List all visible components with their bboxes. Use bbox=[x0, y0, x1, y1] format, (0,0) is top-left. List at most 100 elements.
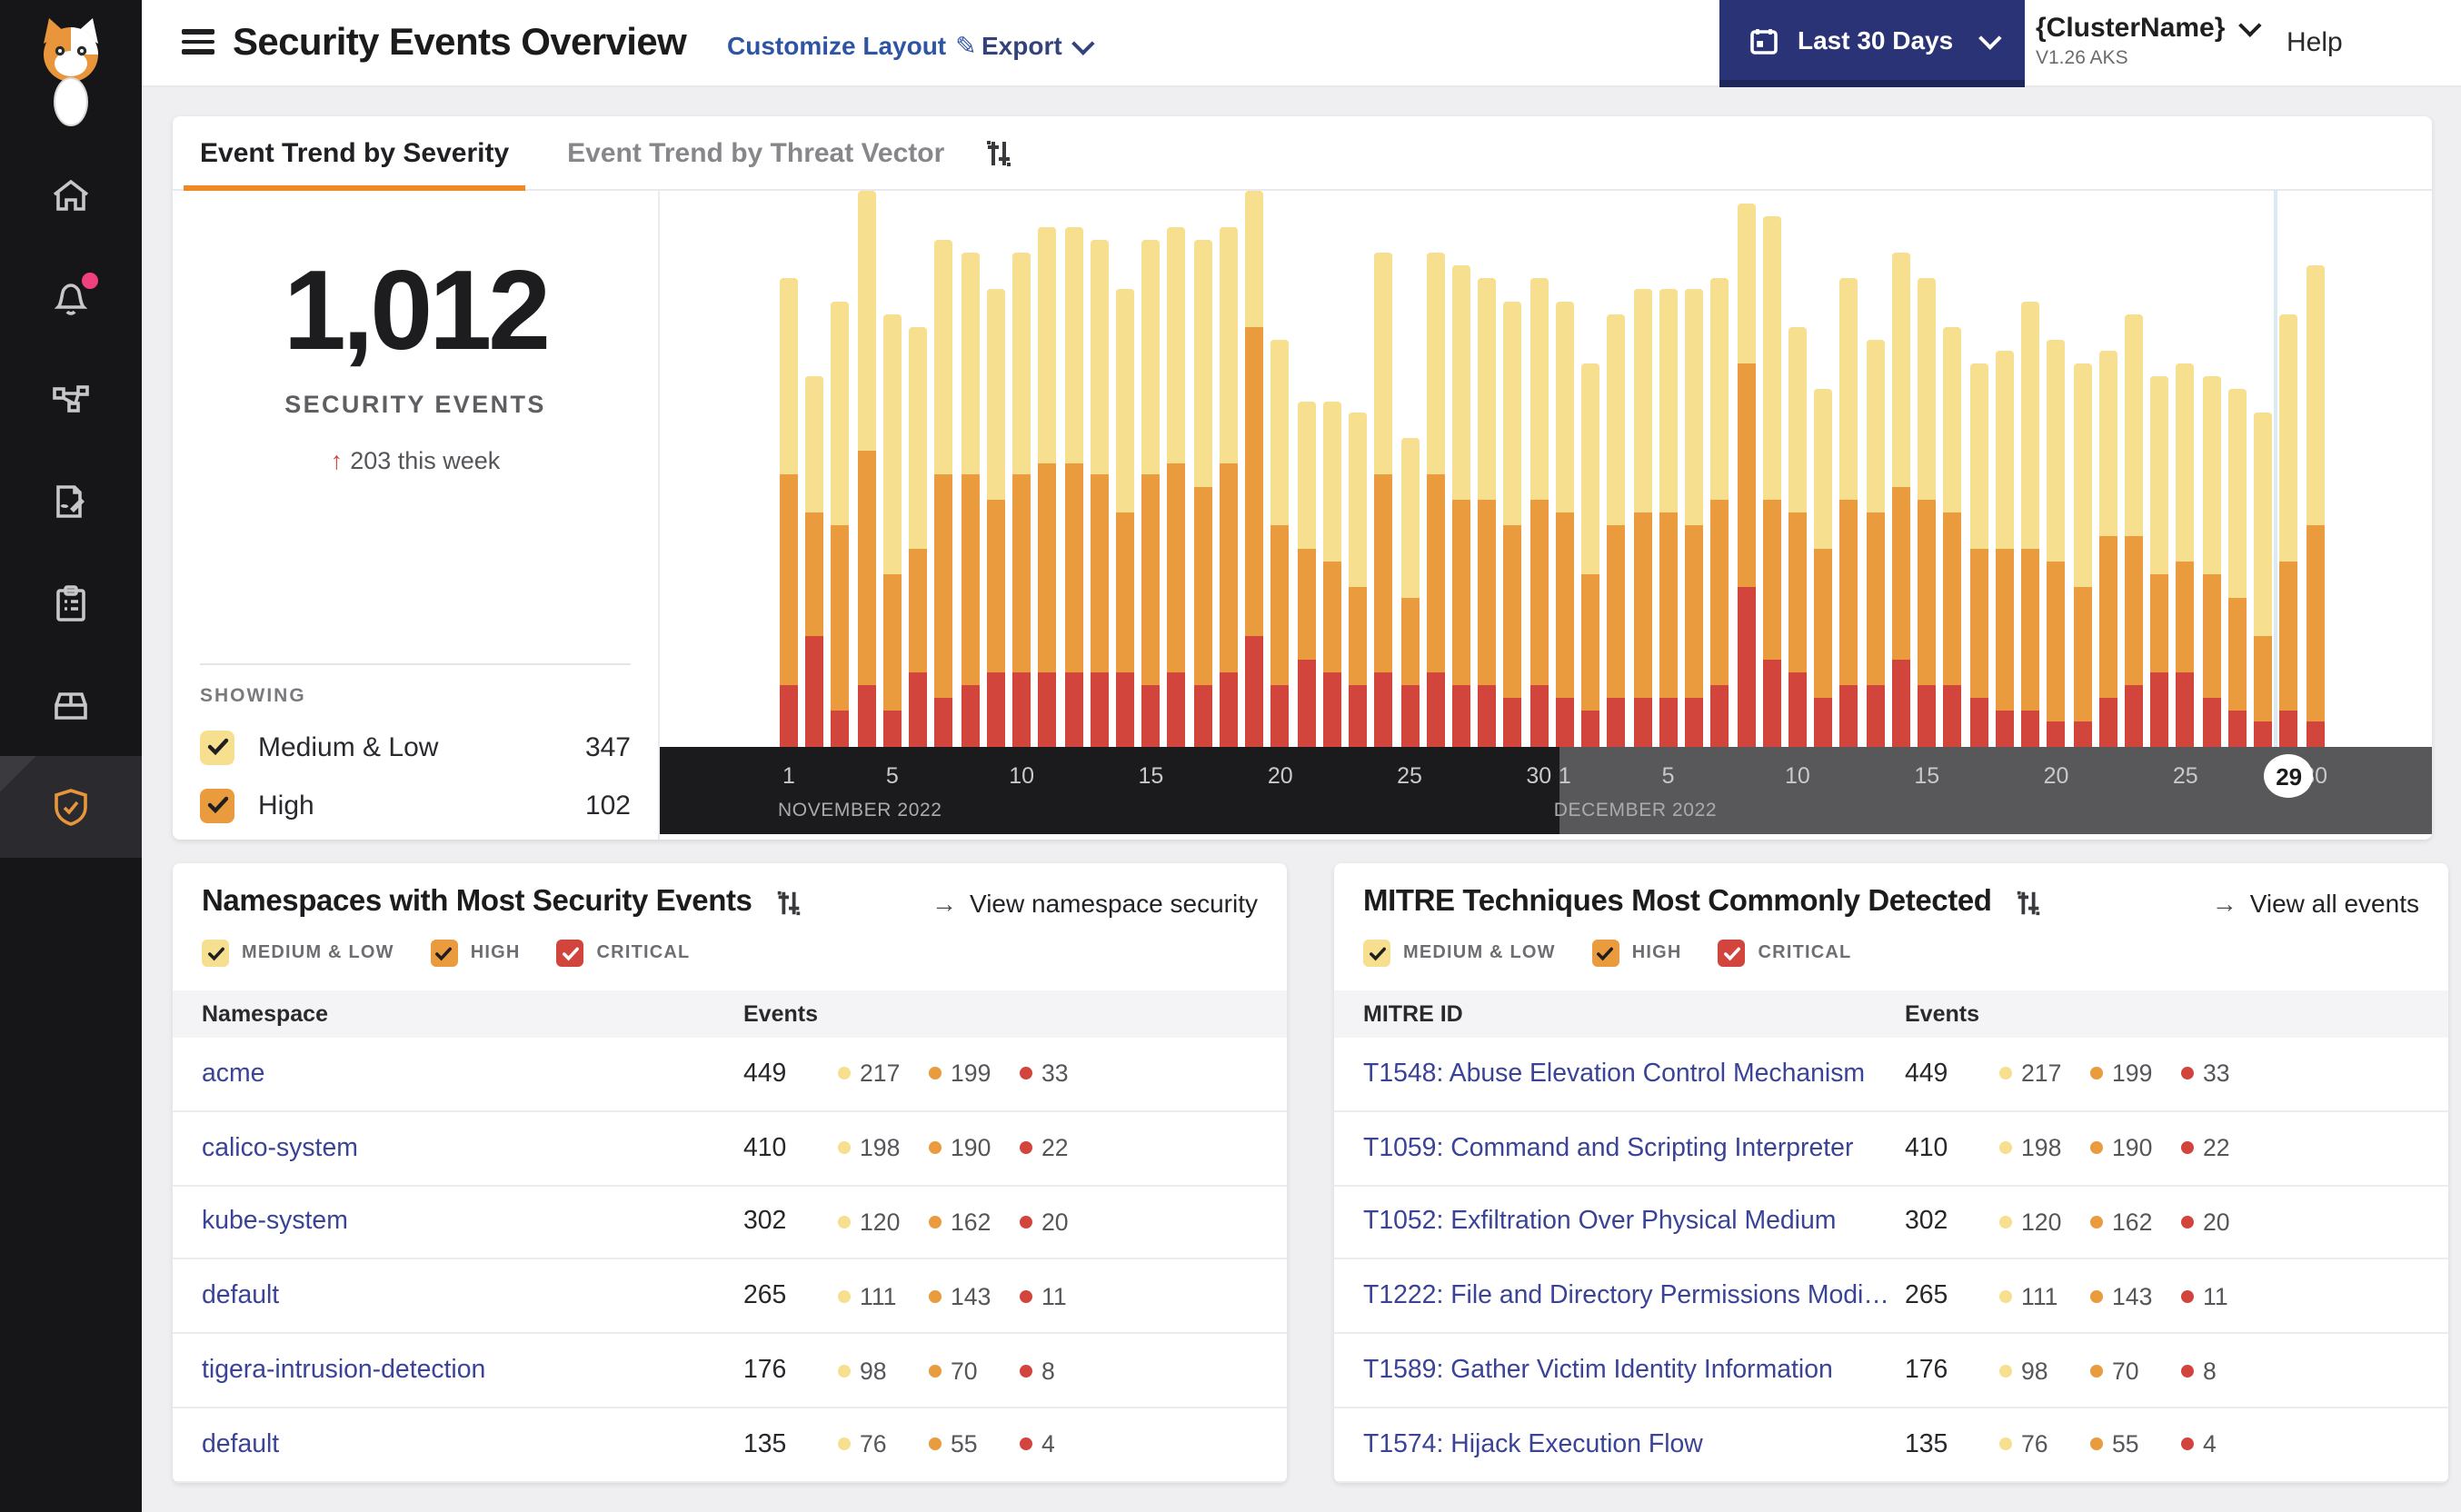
legend-row-high[interactable]: High 102 bbox=[200, 776, 631, 834]
stacked-bar-day bbox=[1814, 388, 1833, 747]
date-range-button[interactable]: Last 30 Days bbox=[1719, 0, 2025, 87]
high-checkbox[interactable] bbox=[430, 940, 458, 967]
stacked-bar-day bbox=[1710, 277, 1729, 747]
severity-count-medium_low: 217 bbox=[1999, 1060, 2090, 1088]
tab-event-trend-by-severity[interactable]: Event Trend by Severity bbox=[184, 116, 526, 190]
table-row: T1222: File and Directory Permissions Mo… bbox=[1334, 1260, 2448, 1335]
severity-count-medium_low: 111 bbox=[1999, 1283, 2090, 1310]
row-link[interactable]: acme bbox=[202, 1059, 743, 1089]
severity-value: 120 bbox=[2021, 1208, 2062, 1236]
filter-high[interactable]: HIGH bbox=[1591, 940, 1682, 967]
stacked-bar-day bbox=[1451, 264, 1470, 747]
severity-value: 4 bbox=[1041, 1430, 1055, 1458]
severity-value: 20 bbox=[2203, 1208, 2230, 1236]
filter-critical[interactable]: CRITICAL bbox=[556, 940, 691, 967]
sidebar-item-catalog[interactable] bbox=[0, 654, 142, 756]
filter-medium_low[interactable]: MEDIUM & LOW bbox=[1363, 940, 1556, 967]
severity-value: 70 bbox=[951, 1357, 978, 1385]
namespaces-settings-icon[interactable] bbox=[774, 888, 803, 917]
high-dot-icon bbox=[929, 1289, 942, 1303]
legend-row-critical[interactable]: Critical563 bbox=[200, 834, 631, 840]
axis-tick-label: 20 bbox=[2043, 763, 2069, 789]
high-dot-icon bbox=[2090, 1215, 2103, 1228]
critical-checkbox[interactable] bbox=[556, 940, 584, 967]
row-link[interactable]: default bbox=[202, 1430, 743, 1459]
legend-row-medium_low[interactable]: Medium & Low 347 bbox=[200, 718, 631, 776]
filter-critical[interactable]: CRITICAL bbox=[1718, 940, 1852, 967]
row-link[interactable]: T1548: Abuse Elevation Control Mechanism bbox=[1363, 1059, 1905, 1089]
medium_low-dot-icon bbox=[838, 1215, 851, 1228]
up-arrow-icon: ↑ bbox=[330, 447, 344, 474]
namespaces-table-header: Namespace Events bbox=[173, 990, 1287, 1038]
critical-dot-icon bbox=[1020, 1067, 1032, 1080]
stacked-bar-day bbox=[2124, 314, 2143, 747]
sidebar-item-home[interactable] bbox=[0, 145, 142, 247]
medium_low-checkbox[interactable] bbox=[200, 730, 234, 764]
row-link[interactable]: calico-system bbox=[202, 1133, 743, 1162]
namespaces-filters: MEDIUM & LOW HIGH CRITICAL bbox=[202, 940, 690, 967]
row-total-events: 265 bbox=[743, 1281, 787, 1311]
notification-badge bbox=[82, 273, 98, 289]
view-namespace-security-link[interactable]: → View namespace security bbox=[932, 888, 1258, 917]
filter-high[interactable]: HIGH bbox=[430, 940, 521, 967]
showing-label: SHOWING bbox=[200, 685, 306, 707]
medium_low-checkbox[interactable] bbox=[1363, 940, 1390, 967]
hamburger-menu-icon[interactable] bbox=[182, 29, 214, 60]
stacked-bar-day bbox=[1788, 326, 1807, 747]
help-link[interactable]: Help bbox=[2287, 27, 2343, 58]
sidebar-item-alerts[interactable] bbox=[0, 247, 142, 349]
row-link[interactable]: T1222: File and Directory Permissions Mo… bbox=[1363, 1282, 1905, 1311]
calico-cat-logo[interactable] bbox=[29, 15, 113, 136]
sidebar-item-policies[interactable] bbox=[0, 451, 142, 552]
axis-tick-label: 5 bbox=[885, 763, 899, 789]
stacked-bar-day bbox=[961, 253, 980, 747]
row-total-events: 176 bbox=[743, 1356, 787, 1386]
severity-count-critical: 4 bbox=[1020, 1431, 1111, 1458]
sidebar-item-service-graph[interactable] bbox=[0, 349, 142, 451]
legend-count: 102 bbox=[584, 790, 631, 821]
row-link[interactable]: T1574: Hijack Execution Flow bbox=[1363, 1430, 1905, 1459]
filter-medium_low[interactable]: MEDIUM & LOW bbox=[202, 940, 394, 967]
stacked-bar-day bbox=[1891, 253, 1910, 747]
critical-checkbox[interactable] bbox=[1718, 940, 1746, 967]
tab-event-trend-by-threat-vector[interactable]: Event Trend by Threat Vector bbox=[551, 116, 961, 190]
stacked-bar-day bbox=[857, 191, 876, 747]
sidebar-item-security-events[interactable] bbox=[0, 756, 142, 858]
stacked-bar-day bbox=[780, 277, 798, 747]
stacked-bar-day bbox=[805, 376, 824, 747]
high-checkbox[interactable] bbox=[200, 788, 234, 822]
critical-dot-icon bbox=[1020, 1364, 1032, 1378]
severity-count-critical: 8 bbox=[1020, 1357, 1111, 1384]
stacked-bar-day bbox=[1270, 339, 1290, 747]
row-link[interactable]: T1059: Command and Scripting Interpreter bbox=[1363, 1133, 1905, 1162]
cluster-selector[interactable]: {ClusterName} V1.26 AKS bbox=[2036, 13, 2262, 69]
medium_low-checkbox[interactable] bbox=[202, 940, 229, 967]
severity-value: 198 bbox=[860, 1134, 901, 1162]
customize-layout-link[interactable]: Customize Layout ✎ bbox=[727, 31, 977, 62]
axis-tick-label: 10 bbox=[1785, 763, 1810, 789]
row-link[interactable]: T1052: Exfiltration Over Physical Medium bbox=[1363, 1208, 1905, 1237]
row-link[interactable]: T1589: Gather Victim Identity Informatio… bbox=[1363, 1356, 1905, 1385]
selected-day-marker[interactable]: 29 bbox=[2264, 754, 2314, 798]
row-link[interactable]: kube-system bbox=[202, 1208, 743, 1237]
high-dot-icon bbox=[929, 1437, 942, 1451]
high-checkbox[interactable] bbox=[1591, 940, 1619, 967]
namespaces-card: Namespaces with Most Security Events → V… bbox=[173, 863, 1287, 1483]
stacked-bar-day bbox=[1219, 227, 1238, 747]
critical-dot-icon bbox=[2181, 1141, 2194, 1155]
filter-label: HIGH bbox=[1631, 943, 1682, 963]
row-link[interactable]: tigera-intrusion-detection bbox=[202, 1356, 743, 1385]
severity-count-high: 190 bbox=[929, 1134, 1020, 1161]
row-link[interactable]: default bbox=[202, 1282, 743, 1311]
row-total-events: 302 bbox=[1905, 1207, 1948, 1237]
sidebar-item-compliance[interactable] bbox=[0, 552, 142, 654]
severity-count-medium_low: 198 bbox=[1999, 1134, 2090, 1161]
severity-legend: Medium & Low 347 High 102 Critical563 bbox=[200, 718, 631, 840]
export-menu[interactable]: Export bbox=[981, 31, 1096, 60]
chevron-down-icon bbox=[1071, 31, 1096, 55]
stacked-bar-day bbox=[2073, 363, 2091, 747]
severity-count-high: 70 bbox=[929, 1357, 1020, 1384]
view-all-events-link[interactable]: → View all events bbox=[2212, 888, 2419, 917]
chart-settings-icon[interactable] bbox=[982, 137, 1013, 168]
mitre-settings-icon[interactable] bbox=[2014, 888, 2043, 917]
